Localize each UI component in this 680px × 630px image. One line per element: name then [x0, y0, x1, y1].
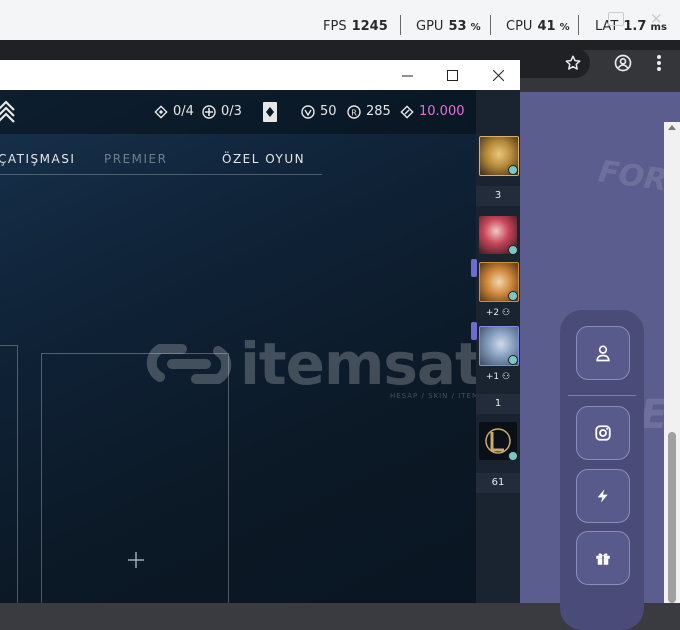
divider: [400, 15, 401, 35]
gift-icon: [596, 553, 610, 565]
kebab-menu-icon[interactable]: [645, 49, 673, 77]
fps-label: FPS: [323, 19, 347, 34]
radianite-icon: R: [347, 104, 361, 119]
scroll-up-arrow[interactable]: [668, 125, 676, 130]
kingdom-credits-balance[interactable]: 10.000: [400, 104, 465, 119]
tab-catismasi[interactable]: ÇATIŞMASI: [0, 152, 75, 166]
add-player-icon: [128, 552, 144, 568]
account-button[interactable]: [576, 326, 630, 380]
cpu-label: CPU: [506, 19, 533, 34]
lat-value: 1.7: [623, 19, 647, 34]
gpu-metric: GPU 53 %: [416, 19, 481, 34]
instagram-icon: [595, 425, 611, 441]
instagram-button[interactable]: [576, 406, 630, 460]
divider: [490, 15, 491, 35]
cpu-metric: CPU 41 %: [506, 19, 570, 34]
user-icon: [596, 345, 610, 362]
tab-ozel-oyun[interactable]: ÖZEL OYUN: [222, 152, 305, 166]
close-icon: [492, 69, 504, 81]
friend-group-count: 1: [476, 394, 520, 414]
kingdom-credit-icon: [400, 104, 414, 119]
page-scrollbar[interactable]: [664, 122, 680, 603]
people-icon: ⚇: [502, 372, 511, 382]
gpu-unit: %: [470, 22, 481, 33]
friends-list: 3 +2 ⚇ +1 ⚇ 1 61: [471, 90, 520, 603]
contracts-value: 0/3: [221, 104, 242, 119]
party-count-value: +2: [485, 308, 500, 318]
vp-balance[interactable]: 50: [301, 104, 337, 119]
gift-button[interactable]: [576, 531, 630, 585]
mission-icon: [154, 104, 168, 119]
tab-premier[interactable]: PREMIER: [104, 152, 167, 166]
close-window-icon[interactable]: ✕: [650, 10, 663, 28]
maximize-icon: [446, 69, 458, 81]
friend-avatar[interactable]: [479, 262, 519, 302]
restore-window-icon[interactable]: [608, 12, 624, 26]
vp-icon: [301, 104, 315, 119]
social-sidebar: [560, 310, 644, 630]
mode-tabs: ÇATIŞMASI PREMIER ÖZEL OYUN: [0, 152, 322, 175]
close-button[interactable]: [475, 60, 520, 90]
party-count-value: +1: [485, 372, 500, 382]
online-status-dot: [508, 355, 518, 365]
kingdom-credits-value: 10.000: [419, 104, 465, 119]
party-member-count: +1 ⚇: [476, 372, 520, 382]
fps-value: 1245: [351, 19, 388, 34]
people-icon: ⚇: [502, 308, 511, 318]
party-member-count: +2 ⚇: [476, 308, 520, 318]
gpu-label: GPU: [416, 19, 444, 34]
watermark-subtext: HESAP / SKIN / ITEM: [390, 392, 480, 400]
friend-group-count: 3: [476, 186, 520, 206]
missions-counter[interactable]: 0/4: [154, 104, 194, 119]
performance-overlay: FPS 1245 GPU 53 % CPU 41 % LAT 1.7 ms: [0, 0, 680, 40]
party-indicator: [471, 259, 477, 277]
svg-text:R: R: [351, 108, 357, 117]
party-indicator: [471, 322, 477, 340]
battlepass-button[interactable]: [263, 102, 277, 122]
online-status-dot: [508, 245, 518, 255]
watermark-text: itemsat: [240, 330, 483, 398]
lightning-icon: [597, 489, 608, 503]
missions-value: 0/4: [173, 104, 194, 119]
divider: [568, 395, 636, 396]
cpu-value: 41: [537, 19, 556, 34]
star-icon[interactable]: [559, 49, 587, 77]
game-logo-icon[interactable]: [0, 100, 20, 128]
quick-action-button[interactable]: [576, 469, 630, 523]
radianite-value: 285: [366, 104, 391, 119]
contracts-counter[interactable]: 0/3: [202, 104, 242, 119]
game-top-bar: 0/4 0/3 50 R 285 10.000: [0, 90, 476, 134]
game-client-window: itemsat HESAP / SKIN / ITEM 0/4 0/3 50 R…: [0, 60, 520, 603]
vp-value: 50: [320, 104, 337, 119]
friend-avatar[interactable]: [479, 326, 519, 366]
window-titlebar: [0, 60, 520, 90]
contract-icon: [202, 104, 216, 119]
party-slot-card[interactable]: [0, 345, 18, 603]
empty-party-slot[interactable]: [41, 353, 229, 603]
fps-metric: FPS 1245: [323, 19, 388, 34]
minimize-button[interactable]: [384, 60, 430, 90]
minimize-icon: [401, 75, 413, 76]
radianite-balance[interactable]: R 285: [347, 104, 391, 119]
online-status-dot: [508, 291, 518, 301]
friend-avatar[interactable]: [479, 216, 518, 255]
friend-group-count: 61: [476, 473, 520, 493]
friend-avatar[interactable]: [479, 136, 519, 176]
game-client: itemsat HESAP / SKIN / ITEM 0/4 0/3 50 R…: [0, 90, 520, 603]
maximize-button[interactable]: [429, 60, 475, 90]
profile-icon[interactable]: [609, 49, 637, 77]
online-status-dot: [508, 165, 518, 175]
gpu-value: 53: [448, 19, 467, 34]
cpu-unit: %: [559, 22, 570, 33]
divider: [578, 15, 579, 35]
diamond-icon: [266, 107, 274, 117]
online-status-dot: [508, 451, 518, 461]
friend-avatar[interactable]: [479, 422, 518, 461]
scrollbar-thumb[interactable]: [668, 432, 676, 603]
